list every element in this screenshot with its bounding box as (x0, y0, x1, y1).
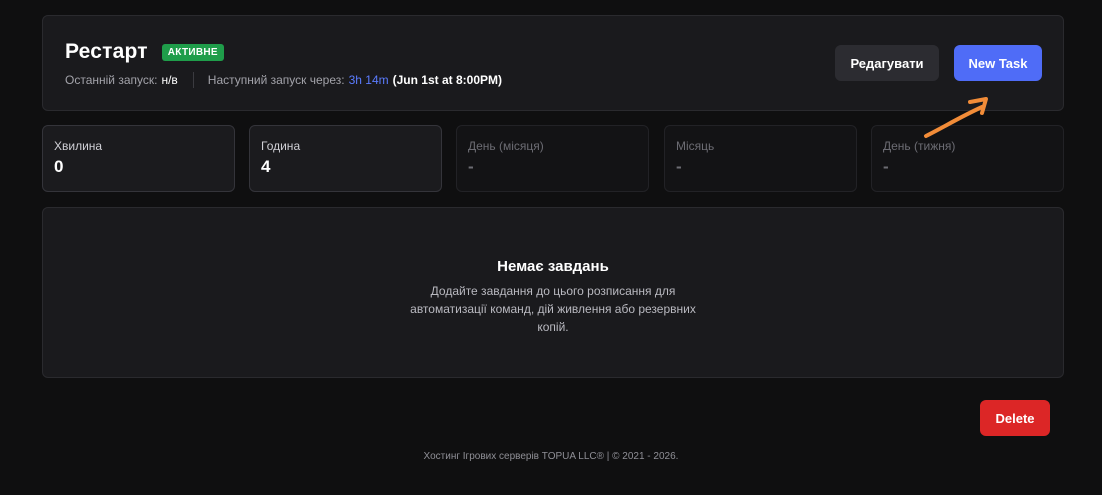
next-run-countdown: 3h 14m (348, 73, 389, 87)
title-row: Рестарт АКТИВНЕ (65, 40, 224, 64)
schedule-page: Рестарт АКТИВНЕ Останній запуск: н/в Нас… (0, 0, 1102, 495)
last-run-label: Останній запуск: (65, 73, 158, 87)
cron-hour-card: Година 4 (249, 125, 442, 192)
last-run-value: н/в (161, 73, 178, 87)
new-task-button[interactable]: New Task (954, 45, 1042, 81)
cron-minute-value: 0 (54, 157, 64, 176)
cron-hour-label: Година (261, 139, 301, 153)
cron-hour-value: 4 (261, 157, 271, 176)
schedule-title: Рестарт (65, 40, 148, 63)
cron-day-of-month-label: День (місяця) (468, 139, 544, 153)
meta-divider (192, 72, 194, 88)
cron-minute-card: Хвилина 0 (42, 125, 235, 192)
empty-state-title: Немає завдань (497, 258, 609, 275)
cron-day-of-month-value: - (468, 157, 474, 176)
cron-month-label: Місяць (676, 139, 715, 153)
next-run-datetime: (Jun 1st at 8:00PM) (392, 73, 502, 87)
cron-month-card: Місяць - (664, 125, 857, 192)
status-badge: АКТИВНЕ (161, 43, 224, 61)
edit-button[interactable]: Редагувати (835, 45, 939, 81)
tasks-empty-state: Немає завдань Додайте завдання до цього … (42, 207, 1064, 378)
delete-button[interactable]: Delete (980, 400, 1050, 436)
arrow-annotation-icon (924, 97, 988, 138)
cron-day-of-week-value: - (883, 157, 889, 176)
empty-state-description: Додайте завдання до цього розписання для… (410, 284, 696, 334)
footer-copyright: Хостинг Ігрових серверів TOPUA LLC® | © … (423, 451, 679, 462)
run-info-row: Останній запуск: н/в Наступний запуск че… (65, 72, 502, 88)
schedule-header-card: Рестарт АКТИВНЕ Останній запуск: н/в Нас… (42, 15, 1064, 111)
cron-month-value: - (676, 157, 682, 176)
cron-minute-label: Хвилина (54, 139, 103, 153)
next-run-label: Наступний запуск через: (207, 73, 345, 87)
cron-day-of-month-card: День (місяця) - (456, 125, 649, 192)
